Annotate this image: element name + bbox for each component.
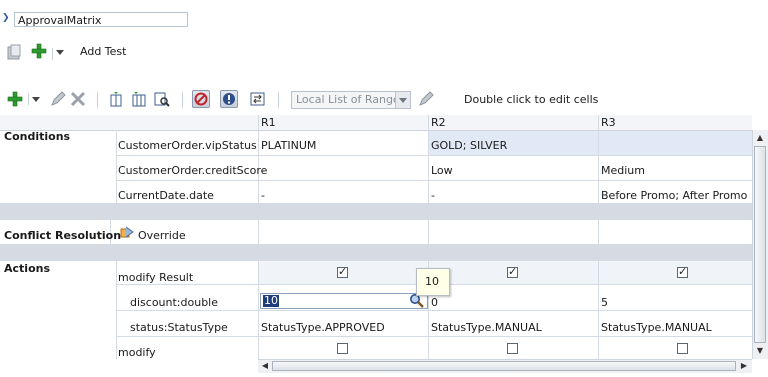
value-tooltip: 10 xyxy=(416,268,450,296)
checkbox-r3[interactable] xyxy=(677,265,688,278)
column-header-r3[interactable]: R3 xyxy=(598,115,752,131)
cell-editor-input[interactable] xyxy=(260,293,428,309)
cell-r3[interactable]: 5 xyxy=(601,296,608,309)
cell-r3[interactable]: Medium xyxy=(601,164,645,177)
row-label: modify xyxy=(118,346,156,359)
cell-r2[interactable]: StatusType.MANUAL xyxy=(431,321,542,334)
edit-hint: Double click to edit cells xyxy=(464,93,599,106)
actions-section: Actions xyxy=(4,262,50,275)
collapse-icon[interactable]: ❯ xyxy=(2,13,10,23)
divider xyxy=(28,93,29,105)
column-header-label: R3 xyxy=(601,116,616,129)
clipboard-icon[interactable] xyxy=(7,44,21,60)
range-select-value: Local List of Ranges xyxy=(296,93,406,106)
scroll-up-icon[interactable]: ▲ xyxy=(754,132,766,144)
column-header-label: R1 xyxy=(261,116,276,129)
cell-r2[interactable]: GOLD; SILVER xyxy=(431,139,507,152)
edit-icon[interactable] xyxy=(50,91,66,107)
horizontal-scroll-thumb[interactable] xyxy=(272,361,736,371)
swap-icon[interactable] xyxy=(250,91,266,107)
cell-r3[interactable]: StatusType.MANUAL xyxy=(601,321,712,334)
row-label: CurrentDate.date xyxy=(118,189,214,202)
cell-r2[interactable]: 0 xyxy=(431,296,438,309)
rule-name-input[interactable]: ApprovalMatrix xyxy=(14,12,188,27)
checkbox-r1[interactable] xyxy=(337,343,348,354)
row-label: CustomerOrder.vipStatus xyxy=(118,139,257,152)
scroll-right-icon[interactable]: ▶ xyxy=(738,360,750,372)
pencil-icon[interactable] xyxy=(418,91,434,107)
conflict-toggle-button[interactable] xyxy=(192,90,210,108)
override-label[interactable]: Override xyxy=(138,229,186,242)
chevron-down-icon[interactable] xyxy=(395,92,410,108)
section-band xyxy=(0,244,752,260)
find-icon[interactable] xyxy=(154,91,170,107)
cell-r2[interactable]: Low xyxy=(431,164,453,177)
chevron-down-icon[interactable] xyxy=(32,97,40,103)
delete-icon[interactable] xyxy=(70,91,86,107)
cell-r1[interactable]: - xyxy=(261,189,265,202)
add-rule-icon[interactable] xyxy=(7,91,23,107)
checkbox-r2[interactable] xyxy=(507,343,518,354)
cell-editor-value[interactable]: 10 xyxy=(263,295,279,307)
cell-r1[interactable]: - xyxy=(261,164,265,177)
divider xyxy=(182,92,183,108)
cell-r1[interactable]: StatusType.APPROVED xyxy=(261,321,385,334)
conditions-section: Conditions xyxy=(4,130,71,143)
column-header-blank xyxy=(0,115,258,131)
cell-r3[interactable]: Before Promo; After Promo xyxy=(601,189,747,202)
add-icon[interactable] xyxy=(31,43,47,59)
tooltip-text: 10 xyxy=(425,275,439,288)
column-header-r1[interactable]: R1 xyxy=(258,115,428,131)
split-column-icon[interactable] xyxy=(131,91,147,107)
warning-icon xyxy=(223,93,235,105)
conflict-resolution-section: Conflict Resolution xyxy=(4,229,122,242)
override-icon xyxy=(120,226,134,238)
row-label: modify Result xyxy=(118,271,194,284)
scroll-left-icon[interactable]: ◀ xyxy=(259,360,271,372)
cell-r1[interactable]: PLATINUM xyxy=(261,139,316,152)
range-select[interactable]: Local List of Ranges xyxy=(291,91,411,109)
row-label: CustomerOrder.creditScore xyxy=(118,164,268,177)
cell-r2[interactable]: - xyxy=(431,189,435,202)
insert-column-icon[interactable] xyxy=(108,91,124,107)
add-test-button[interactable]: Add Test xyxy=(80,45,126,58)
validation-toggle-button[interactable] xyxy=(220,90,238,108)
vertical-scroll-thumb[interactable] xyxy=(754,146,766,343)
column-header-r2[interactable]: R2 xyxy=(428,115,598,131)
row-label: status:StatusType xyxy=(130,321,228,334)
divider xyxy=(278,92,279,108)
divider xyxy=(52,48,53,60)
chevron-down-icon[interactable] xyxy=(56,50,64,56)
divider xyxy=(97,92,98,108)
scroll-down-icon[interactable]: ▼ xyxy=(754,345,766,357)
row-label: discount:double xyxy=(130,296,218,309)
section-band xyxy=(0,203,752,219)
checkbox-r1[interactable] xyxy=(337,265,348,278)
checkbox-r2[interactable] xyxy=(507,265,518,278)
no-entry-icon xyxy=(194,92,208,106)
column-header-label: R2 xyxy=(431,116,446,129)
checkbox-r3[interactable] xyxy=(677,343,688,354)
